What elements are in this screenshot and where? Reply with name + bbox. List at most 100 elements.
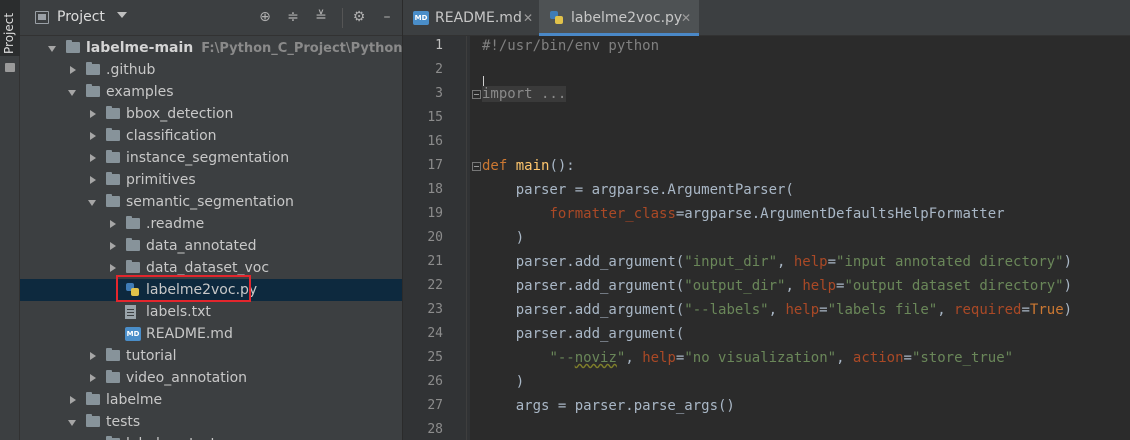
view-mode-dropdown-icon[interactable] [117,12,127,18]
line-number: 1 [435,38,443,53]
code-line[interactable]: "--noviz", help="no visualization", acti… [482,346,1013,370]
text-file-icon [125,305,136,319]
code-line[interactable]: formatter_class=argparse.ArgumentDefault… [482,202,1004,226]
folder-icon [126,216,140,229]
folder-icon [106,348,120,361]
tree-item-labelme-tests[interactable]: labelme_tests [20,433,402,440]
tree-item-examples[interactable]: examples [20,81,402,103]
tree-item-readme[interactable]: .readme [20,213,402,235]
line-number: 17 [427,158,443,173]
close-icon[interactable]: ✕ [681,0,691,36]
fold-toggle-icon[interactable] [472,162,481,171]
line-number: 3 [435,86,443,101]
tree-item-data-annotated[interactable]: data_annotated [20,235,402,257]
code-line[interactable]: ) [482,370,524,394]
tree-item-label: .github [106,62,156,78]
collapse-all-icon[interactable]: ≚ [312,8,330,26]
tree-item-tutorial[interactable]: tutorial [20,345,402,367]
code-line[interactable]: parser.add_argument("--labels", help="la… [482,298,1072,322]
folder-icon [86,414,100,427]
chevron-right-icon[interactable] [70,66,76,74]
folder-icon [86,84,100,97]
chevron-down-icon[interactable] [68,90,76,96]
project-tool-window-label: Project [2,12,16,54]
line-number: 23 [427,302,443,317]
code-line[interactable]: ) [482,226,524,250]
markdown-icon: MD [413,11,429,25]
structure-icon[interactable] [5,63,15,72]
tree-item-classification[interactable]: classification [20,125,402,147]
tree-item-labels-txt[interactable]: labels.txt [20,301,402,323]
folder-icon [106,150,120,163]
chevron-right-icon[interactable] [110,264,116,272]
tree-item-semantic-segmentation[interactable]: semantic_segmentation [20,191,402,213]
chevron-right-icon[interactable] [90,176,96,184]
code-line[interactable]: parser = argparse.ArgumentParser( [482,178,794,202]
tree-item-label: video_annotation [126,370,248,386]
tree-item-instance-segmentation[interactable]: instance_segmentation [20,147,402,169]
hide-panel-icon[interactable]: – [378,8,396,26]
chevron-right-icon[interactable] [110,220,116,228]
code-line[interactable]: args = parser.parse_args() [482,394,735,418]
editor-tab-bar: MD README.md ✕ labelme2voc.py ✕ [403,0,1130,36]
folder-icon [126,238,140,251]
tab-readme[interactable]: MD README.md ✕ [403,0,538,36]
header-divider [342,8,343,28]
chevron-right-icon[interactable] [90,110,96,118]
chevron-down-icon[interactable] [88,200,96,206]
tree-item-label: tests [106,414,141,430]
folder-icon [106,370,120,383]
tree-item-video-annotation[interactable]: video_annotation [20,367,402,389]
chevron-right-icon[interactable] [110,242,116,250]
line-number: 22 [427,278,443,293]
line-number-gutter: 1 2 3 15 16 17 18 19 20 21 22 23 24 25 26 27 28 [403,36,470,440]
chevron-right-icon[interactable] [90,374,96,382]
folder-icon [126,260,140,273]
project-view-icon [35,11,49,24]
selection-highlight-box [116,275,251,302]
tree-item-readme-md[interactable]: MD README.md [20,323,402,345]
tree-item-label: bbox_detection [126,106,234,122]
tree-item-labelme-main[interactable]: labelme-mainF:\Python_C_Project\Python_P… [20,37,403,59]
gear-icon[interactable]: ⚙ [350,8,368,26]
line-number: 18 [427,182,443,197]
code-line[interactable]: parser.add_argument("output_dir", help="… [482,274,1072,298]
tree-item-bbox-detection[interactable]: bbox_detection [20,103,402,125]
chevron-down-icon[interactable] [48,46,56,52]
project-panel-title[interactable]: Project [57,9,105,25]
tree-item-label: labels.txt [146,304,211,320]
tree-item-github[interactable]: .github [20,59,402,81]
chevron-down-icon[interactable] [68,420,76,426]
tab-labelme2voc[interactable]: labelme2voc.py ✕ [539,0,699,36]
code-line[interactable]: def main(): [482,154,575,178]
tree-item-tests[interactable]: tests [20,411,402,433]
project-path: F:\Python_C_Project\Python_Project\r [201,41,403,56]
fold-guide [466,36,467,440]
fold-toggle-icon[interactable] [472,90,481,99]
line-number: 16 [427,134,443,149]
code-line[interactable]: parser.add_argument("input_dir", help="i… [482,250,1072,274]
chevron-right-icon[interactable] [90,132,96,140]
code-editor[interactable]: #!/usr/bin/env python import ... def main(… [470,36,1130,440]
line-number: 24 [427,326,443,341]
folder-icon [106,128,120,141]
code-line[interactable]: #!/usr/bin/env python [482,34,659,58]
chevron-right-icon[interactable] [90,352,96,360]
line-number: 28 [427,422,443,437]
expand-all-icon[interactable]: ≑ [284,8,302,26]
folder-icon [86,392,100,405]
code-line[interactable]: import ... [482,82,567,106]
tree-item-label: examples [106,84,174,100]
tree-item-primitives[interactable]: primitives [20,169,402,191]
project-tool-window-tab[interactable]: Project [0,0,20,56]
tree-item-labelme[interactable]: labelme [20,389,402,411]
chevron-right-icon[interactable] [90,154,96,162]
locate-file-icon[interactable]: ⊕ [256,8,274,26]
code-line[interactable]: parser.add_argument( [482,322,685,346]
line-number: 20 [427,230,443,245]
chevron-right-icon[interactable] [70,396,76,404]
folder-icon [86,62,100,75]
tree-item-label: instance_segmentation [126,150,290,166]
close-icon[interactable]: ✕ [523,0,533,36]
tree-item-label: README.md [146,326,233,342]
